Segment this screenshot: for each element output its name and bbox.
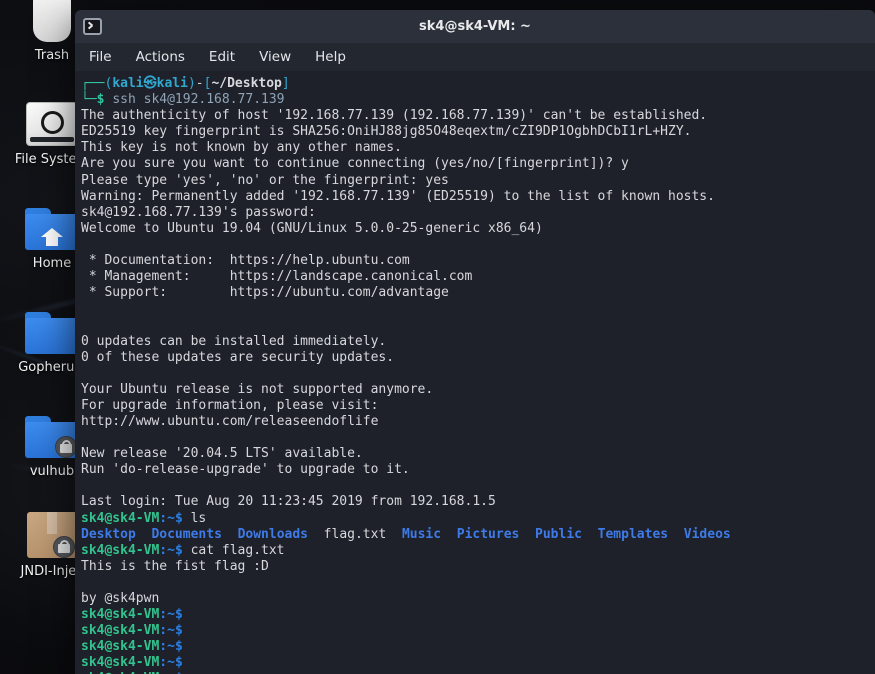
kali-prompt-path: ~/Desktop [211,76,282,91]
terminal-command: cat flag.txt [190,542,285,558]
ls-entry-Templates: Templates [597,526,669,542]
terminal-output-line: This is the fist flag :D [81,558,269,574]
menu-file[interactable]: File [89,49,112,65]
ls-output-line: Desktop Documents Downloads flag.txt Mus… [81,527,869,543]
kali-prompt-host: kali [156,76,188,91]
terminal-output-line: by @sk4pwn [81,591,160,606]
terminal-space [308,527,324,542]
terminal-space [183,511,191,526]
terminal-output-line: Last login: Tue Aug 20 11:23:45 2019 fro… [81,494,496,510]
ls-entry-flag.txt: flag.txt [323,526,387,542]
ls-entry-Desktop: Desktop [81,526,136,542]
remote-prompt-path: :~ [159,542,175,558]
terminal-output-line: * Support: https://ubuntu.com/advantage [81,285,449,301]
ls-entry-Downloads: Downloads [237,526,309,542]
remote-prompt-dollar: $ [174,510,183,526]
terminal-space [519,527,535,542]
terminal-command: ls [190,510,207,526]
terminal-line: sk4@sk4-VM:~$ [81,655,869,671]
remote-prompt-userhost: sk4@sk4-VM [81,639,160,655]
kali-prompt-box: └─ [81,92,97,108]
kali-prompt-user: kali [112,76,144,91]
terminal-output-line: For upgrade information, please visit: [81,397,379,413]
terminal-line: sk4@sk4-VM:~$ cat flag.txt [81,543,869,559]
terminal-output-line: Warning: Permanently added '192.168.77.1… [81,188,715,204]
remote-prompt-dollar: $ [174,639,183,655]
terminal-output-line: New release '20.04.5 LTS' available. [81,446,363,462]
terminal-output-line: 0 updates can be installed immediately. [81,333,387,349]
remote-prompt-path: :~ [159,607,175,623]
terminal-icon [83,18,102,35]
remote-prompt-dollar: $ [174,655,183,671]
terminal-line: sk4@sk4-VM:~$ [81,607,869,623]
remote-prompt-path: :~ [159,510,175,526]
remote-prompt-userhost: sk4@sk4-VM [81,655,160,671]
menu-view[interactable]: View [259,49,291,65]
terminal-window[interactable]: sk4@sk4-VM: ~ File Actions Edit View Hel… [75,10,875,674]
terminal-line: sk4@sk4-VM:~$ ls [81,511,869,527]
lock-icon [55,436,77,458]
remote-prompt-path: :~ [159,639,175,655]
terminal-space [582,527,598,542]
terminal-output-line: Your Ubuntu release is not supported any… [81,381,434,397]
terminal-output-line: Run 'do-release-upgrade' to upgrade to i… [81,462,410,478]
ls-entry-Documents: Documents [151,526,222,542]
terminal-output-line: This key is not known by any other names… [81,140,402,156]
kali-prompt-at: ㉿ [143,76,157,91]
terminal-line: sk4@sk4-VM:~$ [81,623,869,639]
terminal-output-line: * Management: https://landscape.canonica… [81,269,473,285]
kali-prompt-box: ┌── [81,76,105,91]
terminal-output-line: ED25519 key fingerprint is SHA256:OniHJ8… [81,124,692,140]
kali-prompt-command: ssh sk4@192.168.77.139 [112,92,285,108]
remote-prompt-userhost: sk4@sk4-VM [81,542,160,558]
terminal-space [183,543,191,558]
terminal-space [668,527,684,542]
remote-prompt-dollar: $ [174,542,183,558]
ls-entry-Music: Music [401,526,442,542]
kali-prompt-paren: ) [187,76,196,91]
terminal-line: └─$ ssh sk4@192.168.77.139 [81,92,869,108]
terminal-output-line: Please type 'yes', 'no' or the fingerpri… [81,172,449,188]
terminal-output-line: The authenticity of host '192.168.77.139… [81,108,708,124]
menu-edit[interactable]: Edit [209,49,235,65]
kali-prompt-bracket: ] [281,76,290,91]
terminal-output-line: 0 of these updates are security updates. [81,349,395,365]
ls-entry-Pictures: Pictures [456,526,520,542]
remote-prompt-dollar: $ [174,623,183,639]
terminal-output-line: http://www.ubuntu.com/releaseendoflife [81,413,379,429]
terminal-output-line: Are you sure you want to continue connec… [81,156,629,172]
terminal-output-line: Welcome to Ubuntu 19.04 (GNU/Linux 5.0.0… [81,220,543,236]
terminal-title: sk4@sk4-VM: ~ [419,19,531,34]
remote-prompt-userhost: sk4@sk4-VM [81,607,160,623]
ls-entry-Videos: Videos [683,526,731,542]
ls-entry-Public: Public [535,526,582,542]
terminal-line: sk4@sk4-VM:~$ [81,639,869,655]
remote-prompt-userhost: sk4@sk4-VM [81,623,160,639]
terminal-output-line: * Documentation: https://help.ubuntu.com [81,253,410,269]
remote-prompt-path: :~ [159,655,175,671]
terminal-space [441,527,457,542]
terminal-line: ┌──(kali㉿kali)-[~/Desktop] [81,76,869,92]
terminal-space [222,527,238,542]
remote-prompt-userhost: sk4@sk4-VM [81,510,160,526]
terminal-output-line: sk4@192.168.77.139's password: [81,204,316,220]
remote-prompt-path: :~ [159,623,175,639]
terminal-screen[interactable]: ┌──(kali㉿kali)-[~/Desktop] └─$ ssh sk4@19… [75,71,875,674]
menu-help[interactable]: Help [315,49,346,65]
kali-prompt-dash: - [195,76,204,91]
terminal-menubar[interactable]: File Actions Edit View Help [75,43,875,71]
menu-actions[interactable]: Actions [136,49,185,65]
remote-prompt-dollar: $ [174,607,183,623]
terminal-space [136,527,152,542]
lock-icon [53,536,75,558]
terminal-titlebar[interactable]: sk4@sk4-VM: ~ [75,10,875,43]
terminal-space [386,527,402,542]
